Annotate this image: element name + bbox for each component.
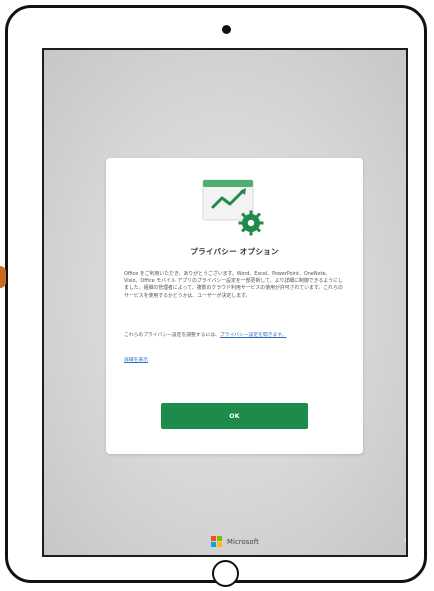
microsoft-logo-icon <box>211 536 222 547</box>
privacy-illustration-icon <box>202 179 264 236</box>
privacy-options-dialog: プライバシー オプション Office をご利用いただき、ありがとうございます。… <box>106 158 363 454</box>
instruction-prefix: これらのプライバシー設定を調整するには、 <box>124 333 220 338</box>
dialog-instruction: これらのプライバシー設定を調整するには、プライバシー設定を開きます。 <box>124 332 345 339</box>
tablet-frame: プライバシー オプション Office をご利用いただき、ありがとうございます。… <box>5 5 427 587</box>
camera-dot <box>222 25 231 34</box>
home-button[interactable] <box>212 560 239 587</box>
microsoft-wordmark: Microsoft <box>227 537 259 546</box>
open-privacy-settings-link[interactable]: プライバシー設定を開きます。 <box>220 333 287 338</box>
dialog-body-text: Office をご利用いただき、ありがとうございます。Word、Excel、Po… <box>124 271 343 299</box>
ok-button[interactable]: OK <box>161 403 308 429</box>
app-screen: プライバシー オプション Office をご利用いただき、ありがとうございます。… <box>42 48 408 557</box>
dialog-title: プライバシー オプション <box>190 247 279 256</box>
screen-watermark: Apowersoft <box>381 536 406 544</box>
side-tab-marker <box>0 266 6 288</box>
microsoft-branding: Microsoft <box>211 536 289 547</box>
details-link[interactable]: 詳細を表示 <box>124 357 148 364</box>
